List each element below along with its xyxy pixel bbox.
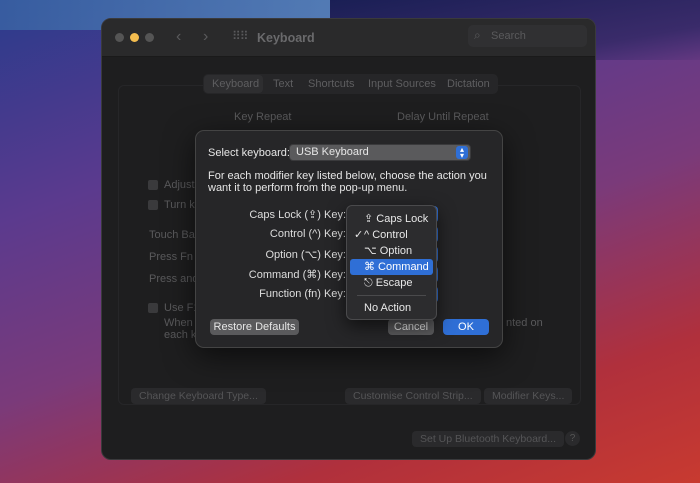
modifier-action-menu: ⇪ Caps Lock ✓ ^ Control ⌥ Option ⌘ Comman… bbox=[346, 205, 437, 320]
press-and-label: Press and bbox=[149, 273, 199, 285]
nted-on-text: nted on bbox=[506, 317, 543, 329]
turn-label: Turn k bbox=[164, 199, 195, 211]
use-f1-checkbox[interactable] bbox=[148, 303, 158, 313]
instructions-line-1: For each modifier key listed below, choo… bbox=[208, 170, 487, 182]
zoom-button[interactable] bbox=[145, 33, 154, 42]
delay-until-repeat-label: Delay Until Repeat bbox=[397, 111, 489, 123]
tab-input-sources[interactable]: Input Sources bbox=[368, 78, 436, 90]
menu-item-control[interactable]: ✓ ^ Control bbox=[350, 227, 433, 243]
menu-item-no-action[interactable]: No Action bbox=[350, 300, 433, 316]
back-icon[interactable]: ‹ bbox=[176, 28, 181, 46]
menu-item-option[interactable]: ⌥ Option bbox=[350, 243, 433, 259]
tab-text[interactable]: Text bbox=[273, 78, 293, 90]
caps-lock-key-label: Caps Lock (⇪) Key: bbox=[249, 209, 346, 221]
menu-item-command[interactable]: ⌘ Command bbox=[350, 259, 433, 275]
help-button[interactable]: ? bbox=[565, 431, 580, 446]
select-keyboard-dropdown[interactable]: USB Keyboard ▴ ▾ bbox=[289, 144, 471, 161]
forward-icon[interactable]: › bbox=[203, 28, 208, 46]
set-up-bluetooth-keyboard-button[interactable]: Set Up Bluetooth Keyboard... bbox=[412, 431, 565, 447]
adjust-label: Adjust bbox=[164, 179, 195, 191]
adjust-checkbox[interactable] bbox=[148, 180, 158, 190]
select-keyboard-label: Select keyboard: bbox=[208, 147, 290, 159]
search-icon: ⌕ bbox=[474, 28, 481, 42]
customise-control-strip-button[interactable]: Customise Control Strip... bbox=[345, 388, 481, 404]
tab-dictation[interactable]: Dictation bbox=[447, 78, 490, 90]
cancel-button[interactable]: Cancel bbox=[388, 319, 434, 335]
menu-item-label: ⇪ Caps Lock bbox=[364, 213, 429, 225]
close-button[interactable] bbox=[115, 33, 124, 42]
press-fn-label: Press Fn k bbox=[149, 251, 202, 263]
tab-bar: Keyboard Text Shortcuts Input Sources Di… bbox=[203, 74, 498, 94]
key-repeat-label: Key Repeat bbox=[234, 111, 292, 123]
minimize-button[interactable] bbox=[130, 33, 139, 42]
ok-button[interactable]: OK bbox=[443, 319, 489, 335]
option-key-label: Option (⌥) Key: bbox=[265, 249, 346, 261]
window-title: Keyboard bbox=[257, 31, 315, 45]
function-key-label: Function (fn) Key: bbox=[259, 288, 346, 300]
tab-keyboard[interactable]: Keyboard bbox=[212, 78, 259, 90]
checkmark-icon: ✓ bbox=[354, 229, 364, 241]
each-text: each k bbox=[164, 329, 197, 341]
show-all-grid-icon[interactable]: ⠿⠿ bbox=[232, 29, 249, 43]
change-keyboard-type-button[interactable]: Change Keyboard Type... bbox=[131, 388, 266, 404]
selected-keyboard: USB Keyboard bbox=[296, 146, 369, 158]
control-key-label: Control (^) Key: bbox=[269, 228, 346, 240]
menu-item-label: No Action bbox=[364, 302, 412, 314]
menu-item-label: ⎋ Escape bbox=[364, 277, 413, 289]
turn-checkbox[interactable] bbox=[148, 200, 158, 210]
command-key-label: Command (⌘) Key: bbox=[248, 269, 346, 281]
modifier-keys-button[interactable]: Modifier Keys... bbox=[484, 388, 573, 404]
title-bar: ‹ › ⠿⠿ Keyboard ⌕ Search bbox=[102, 19, 595, 57]
touch-bar-label: Touch Bar bbox=[149, 229, 199, 241]
chevron-updown-icon: ▴ ▾ bbox=[456, 146, 468, 160]
restore-defaults-button[interactable]: Restore Defaults bbox=[210, 319, 299, 335]
menu-item-label: ^ Control bbox=[364, 229, 408, 241]
tab-shortcuts[interactable]: Shortcuts bbox=[308, 78, 354, 90]
menu-item-caps-lock[interactable]: ⇪ Caps Lock bbox=[350, 211, 433, 227]
menu-separator bbox=[357, 295, 426, 296]
instructions-line-2: want it to perform from the pop-up menu. bbox=[208, 182, 408, 194]
menu-item-label: ⌘ Command bbox=[364, 261, 429, 273]
menu-item-escape[interactable]: ⎋ Escape bbox=[350, 275, 433, 291]
search-field[interactable]: ⌕ Search bbox=[468, 25, 587, 47]
menu-item-label: ⌥ Option bbox=[364, 245, 413, 257]
search-placeholder: Search bbox=[491, 30, 526, 42]
when-text: When t bbox=[164, 317, 199, 329]
